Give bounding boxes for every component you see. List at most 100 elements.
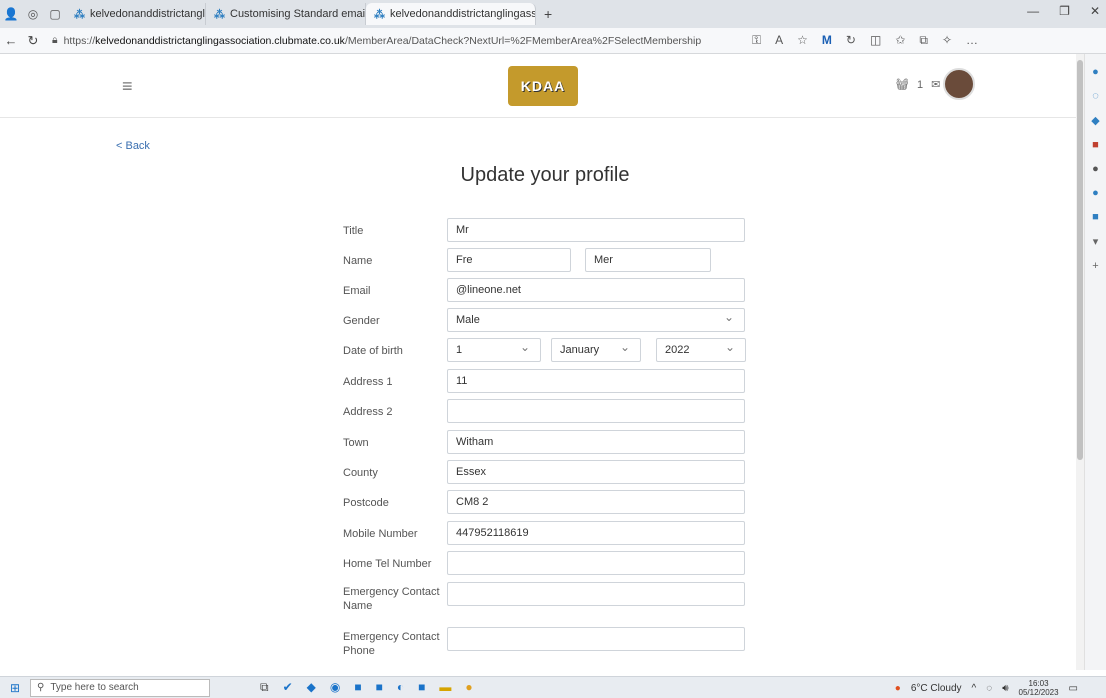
hamburger-menu-icon[interactable]: ≡ [122,76,133,97]
address2-input[interactable] [447,399,745,423]
clock[interactable]: 16:03 05/12/2023 [1019,679,1059,697]
browser-tab-strip: 👤 ◎ ▢ ⁂ kelvedonanddistrictanglingassoc … [0,0,1106,28]
favorite-star-icon[interactable]: ☆ [797,33,808,48]
basket-icon[interactable]: 🧺︎ [895,78,909,91]
url-path: /MemberArea/DataCheck?NextUrl=%2FMemberA… [344,34,702,47]
dob-label: Date of birth [343,345,403,357]
dob-year-select[interactable]: 2022 [656,338,746,362]
dob-day-select[interactable]: 1 [447,338,541,362]
emergency-name-label: Emergency Contact Name [343,586,440,612]
tray-expand-icon[interactable]: ^ [972,683,977,694]
back-arrow-icon[interactable]: ← [0,33,22,48]
network-icon[interactable]: ◌ [986,683,992,694]
home-tel-input[interactable] [447,551,745,575]
first-name-input[interactable]: Fre [447,248,571,272]
sidebar-diamond-icon[interactable]: ◆ [1085,114,1106,127]
address2-label: Address 2 [343,406,393,418]
site-logo[interactable]: KDAA [508,66,578,106]
avatar[interactable] [943,68,975,100]
taskbar-search[interactable]: ⚲ Type here to search [30,678,210,697]
sidebar-circle-icon[interactable]: ● [1085,187,1106,199]
close-window-icon[interactable]: ✕ [1090,4,1100,18]
home-tel-label: Home Tel Number [343,558,432,570]
minimize-icon[interactable]: — [1027,4,1039,18]
sidebar-q-icon[interactable]: ◌ [1085,90,1106,102]
sidebar-shopping-icon[interactable]: ▾ [1085,235,1106,248]
url-field[interactable]: 🔒︎ https://kelvedonanddistrictanglingass… [52,34,732,47]
tab-3-active[interactable]: ⁂ kelvedonanddistrictanglingassoc ✕ [366,3,536,25]
url-prefix: https:// [63,34,96,47]
tab-1[interactable]: ⁂ kelvedonanddistrictanglingassoc ✕ [66,3,206,25]
sidebar-bag-icon[interactable]: ■ [1085,139,1106,151]
county-input[interactable]: Essex [447,460,745,484]
email-input[interactable]: @lineone.net [447,278,745,302]
name-label: Name [343,255,373,267]
address1-input[interactable]: 11 [447,369,745,393]
header-actions: 🧺︎ 1 ✉ [895,78,940,92]
address-bar-row: ← ↻ 🔒︎ https://kelvedonanddistrictanglin… [0,28,1106,54]
split-screen-icon[interactable]: ◫ [870,33,881,48]
postcode-input[interactable]: CM8 2 [447,490,745,514]
back-link[interactable]: < Back [116,140,150,152]
tab-title: kelvedonanddistrictanglingassoc [390,8,536,20]
window-controls: — ❐ ✕ [1027,4,1100,18]
notifications-icon[interactable]: ▭ [1069,683,1078,694]
app-outlook-icon[interactable]: ■ [376,680,383,695]
system-tray: ● 6°C Cloudy ^ ◌ 🔊︎ 16:03 05/12/2023 ▭ [895,679,1078,697]
sidebar-add-icon[interactable]: + [1085,260,1106,272]
emergency-phone-input[interactable] [447,627,745,651]
site-favicon-icon: ⁂ [74,8,85,21]
title-label: Title [343,225,364,237]
refresh-icon[interactable]: ↻ [22,33,44,49]
app-chrome-icon[interactable]: ◉ [330,680,340,695]
tab-actions-icon[interactable]: ▢ [44,3,66,25]
restore-icon[interactable]: ❐ [1059,4,1070,18]
tab-2[interactable]: ⁂ Customising Standard email tem ✕ [206,3,366,25]
gender-select[interactable]: Male [447,308,745,332]
county-label: County [343,467,378,479]
town-input[interactable]: Witham [447,430,745,454]
sidebar-search-icon[interactable]: ● [1085,66,1106,78]
volume-icon[interactable]: 🔊︎ [1002,683,1008,694]
windows-start-icon[interactable]: ⊞ [0,681,30,695]
dob-month-select[interactable]: January [551,338,641,362]
app-mail-icon[interactable]: ◆ [307,680,316,695]
mobile-input[interactable]: 447952118619 [447,521,745,545]
workspaces-icon[interactable]: ◎ [22,3,44,25]
extension-m-icon[interactable]: M [822,33,832,48]
title-input[interactable]: Mr [447,218,745,242]
app-check-icon[interactable]: ✔ [283,680,293,695]
scrollbar-thumb[interactable] [1077,60,1083,460]
taskbar-apps: ⧉ ✔ ◆ ◉ ■ ■ ◐ ■ ▬ ● [260,680,473,695]
sidebar-outlook-icon[interactable]: ■ [1085,211,1106,223]
postcode-label: Postcode [343,497,389,509]
read-aloud-icon[interactable]: A [775,33,783,48]
site-favicon-icon: ⁂ [214,8,225,21]
more-icon[interactable]: … [966,33,978,48]
task-view-icon[interactable]: ⧉ [260,680,269,695]
taskbar-search-placeholder: Type here to search [50,682,139,693]
collections-icon[interactable]: ⧉ [919,33,928,48]
weather-text[interactable]: 6°C Cloudy [911,683,962,694]
last-name-input[interactable]: Mer [585,248,711,272]
town-label: Town [343,437,369,449]
app-edge-icon[interactable]: ◐ [397,680,404,695]
profile-icon[interactable]: 👤 [0,3,22,25]
site-header: ≡ KDAA 🧺︎ 1 ✉ [0,54,1076,118]
app-files-icon[interactable]: ■ [418,680,425,695]
emergency-phone-label: Emergency Contact Phone [343,631,440,657]
tab-title: kelvedonanddistrictanglingassoc [90,8,205,20]
key-icon[interactable]: ⚿ [752,33,761,48]
app-other-icon[interactable]: ● [465,680,472,695]
favorites-icon[interactable]: ✩ [895,33,905,48]
app-folder-icon[interactable]: ▬ [439,680,451,695]
extensions-icon[interactable]: ✧ [942,33,952,48]
weather-icon[interactable]: ● [895,683,901,694]
browser-sidebar: ● ◌ ◆ ■ ● ● ■ ▾ + [1084,54,1106,670]
emergency-name-input[interactable] [447,582,745,606]
app-l-icon[interactable]: ■ [354,680,361,695]
new-tab-button[interactable]: + [536,6,560,22]
mail-icon[interactable]: ✉ [931,78,940,91]
address1-label: Address 1 [343,376,393,388]
refresh-extension-icon[interactable]: ↻ [846,33,856,48]
